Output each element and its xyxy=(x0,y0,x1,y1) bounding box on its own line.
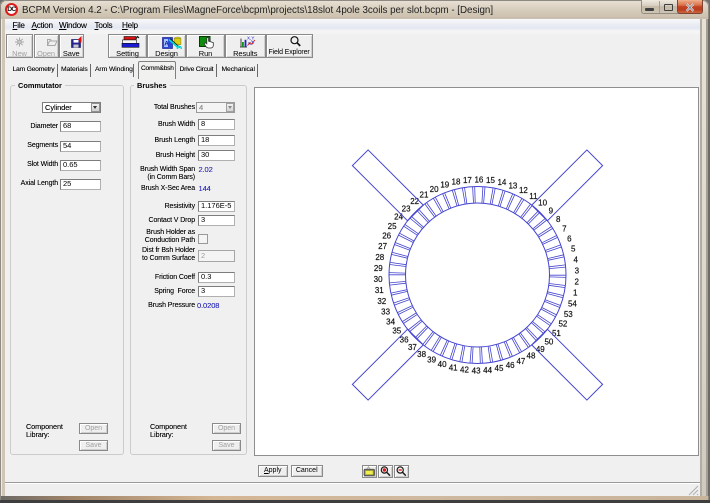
svg-text:51: 51 xyxy=(552,328,561,337)
svg-text:4: 4 xyxy=(573,255,578,264)
svg-text:18: 18 xyxy=(452,177,461,186)
svg-text:19: 19 xyxy=(440,180,449,189)
svg-text:26: 26 xyxy=(382,231,391,240)
svg-text:24: 24 xyxy=(394,212,403,221)
svg-text:5: 5 xyxy=(571,244,576,253)
svg-text:38: 38 xyxy=(417,349,426,358)
svg-text:32: 32 xyxy=(377,296,386,305)
svg-text:22: 22 xyxy=(410,196,419,205)
svg-text:53: 53 xyxy=(564,309,573,318)
svg-text:47: 47 xyxy=(516,356,525,365)
svg-text:16: 16 xyxy=(474,175,483,184)
svg-text:20: 20 xyxy=(430,184,439,193)
svg-text:41: 41 xyxy=(449,363,458,372)
svg-text:29: 29 xyxy=(374,263,383,272)
svg-text:1: 1 xyxy=(573,288,578,297)
svg-text:27: 27 xyxy=(378,242,387,251)
svg-text:40: 40 xyxy=(438,360,447,369)
svg-text:48: 48 xyxy=(527,351,536,360)
svg-text:43: 43 xyxy=(472,366,481,375)
svg-text:3: 3 xyxy=(575,266,580,275)
svg-text:17: 17 xyxy=(463,175,472,184)
svg-text:37: 37 xyxy=(408,343,417,352)
svg-text:54: 54 xyxy=(568,299,577,308)
svg-text:21: 21 xyxy=(420,190,429,199)
svg-text:50: 50 xyxy=(544,337,553,346)
svg-text:A: A xyxy=(164,41,169,48)
svg-text:14: 14 xyxy=(497,178,506,187)
svg-text:7: 7 xyxy=(562,224,567,233)
svg-text:15: 15 xyxy=(486,176,495,185)
svg-text:12: 12 xyxy=(519,186,528,195)
svg-text:46: 46 xyxy=(506,361,515,370)
svg-text:44: 44 xyxy=(483,365,492,374)
svg-text:X,Y: X,Y xyxy=(247,36,254,41)
svg-text:6: 6 xyxy=(567,234,572,243)
svg-text:52: 52 xyxy=(558,319,567,328)
svg-text:8: 8 xyxy=(556,214,561,223)
svg-text:34: 34 xyxy=(386,317,395,326)
svg-text:28: 28 xyxy=(375,252,384,261)
svg-text:30: 30 xyxy=(374,275,383,284)
svg-text:13: 13 xyxy=(508,181,517,190)
svg-text:39: 39 xyxy=(427,355,436,364)
svg-text:9: 9 xyxy=(549,206,554,215)
svg-text:45: 45 xyxy=(495,364,504,373)
svg-text:23: 23 xyxy=(402,204,411,213)
svg-text:25: 25 xyxy=(388,221,397,230)
svg-text:31: 31 xyxy=(375,286,384,295)
svg-text:33: 33 xyxy=(381,307,390,316)
svg-text:2: 2 xyxy=(574,277,579,286)
svg-text:42: 42 xyxy=(460,365,469,374)
svg-text:10: 10 xyxy=(538,198,547,207)
